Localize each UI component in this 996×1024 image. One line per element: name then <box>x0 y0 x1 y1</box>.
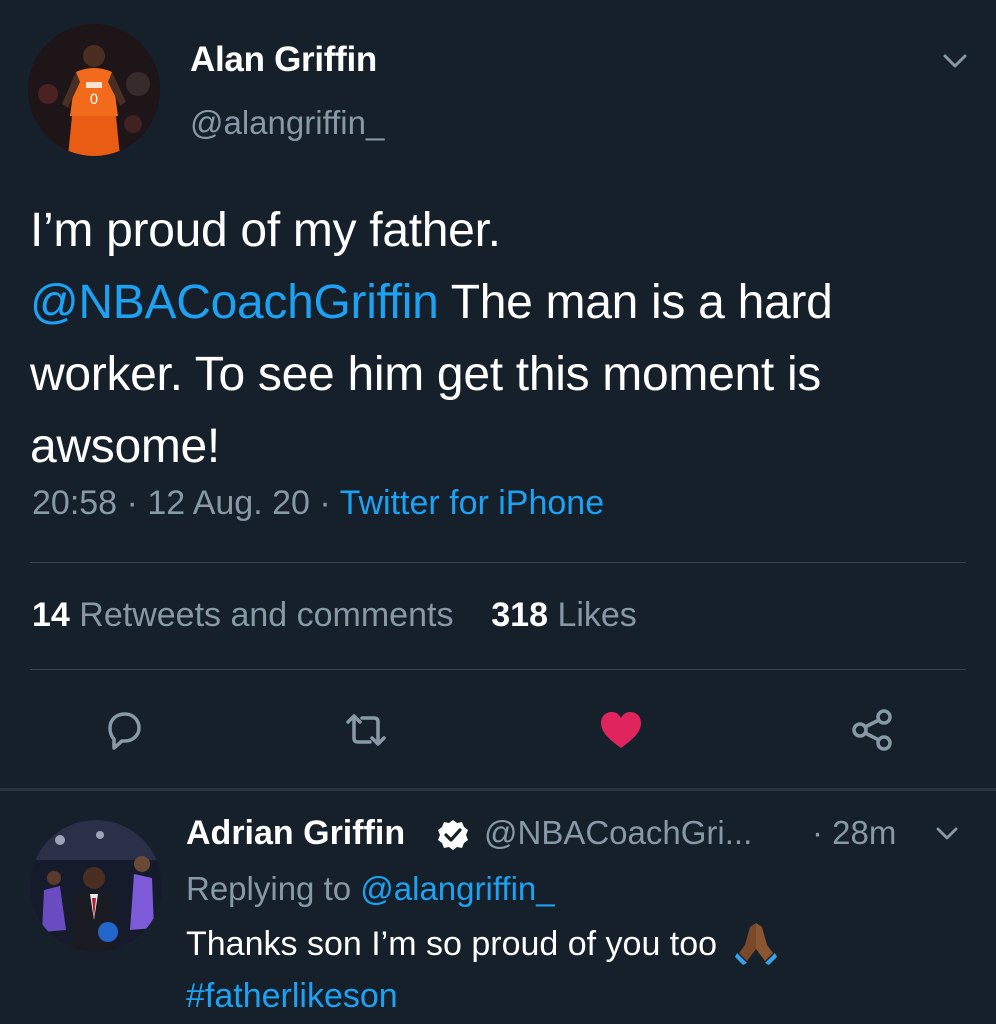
chevron-down-icon[interactable] <box>934 820 960 846</box>
share-icon <box>852 709 892 751</box>
tweet-source-link[interactable]: Twitter for iPhone <box>340 484 605 522</box>
mention-link[interactable]: @NBACoachGriffin <box>30 276 439 329</box>
replying-to: Replying to @alangriffin_ <box>186 870 555 908</box>
likes-label: Likes <box>557 596 637 634</box>
author-display-name[interactable]: Alan Griffin <box>190 40 377 80</box>
tweet-text-line1: I’m proud of my father. <box>30 204 501 257</box>
replying-to-link[interactable]: @alangriffin_ <box>360 870 554 907</box>
svg-text:0: 0 <box>90 92 99 108</box>
replying-prefix: Replying to <box>186 870 361 907</box>
likes-count: 318 <box>491 596 548 634</box>
meta-separator: · <box>319 484 331 522</box>
divider <box>30 669 966 670</box>
retweet-button[interactable] <box>342 706 390 754</box>
reply-time: · 28m <box>812 814 897 851</box>
hashtag-link[interactable]: #fatherlikeson <box>186 977 398 1016</box>
tweet-text: I’m proud of my father. @NBACoachGriffin… <box>30 195 970 483</box>
retweets-label: Retweets and comments <box>79 596 454 634</box>
tweet-date: 12 Aug. 20 <box>147 484 310 522</box>
folded-hands-emoji-icon <box>733 919 779 966</box>
tweet-meta: 20:58 · 12 Aug. 20 · Twitter for iPhone <box>32 484 604 523</box>
author-handle[interactable]: @alangriffin_ <box>190 104 384 142</box>
verified-badge-icon <box>436 818 470 852</box>
thread-separator <box>0 788 996 791</box>
like-button[interactable] <box>597 706 645 754</box>
divider <box>30 562 966 563</box>
reply-author-handle[interactable]: @NBACoachGri... <box>484 814 752 852</box>
share-button[interactable] <box>848 706 896 754</box>
meta-separator: · <box>126 484 138 522</box>
comment-icon <box>108 712 141 750</box>
reply-text-body: Thanks son I’m so proud of you too <box>186 925 718 963</box>
retweet-icon <box>346 714 386 746</box>
likes-stat[interactable]: 318 Likes <box>491 596 637 634</box>
reply-author-avatar[interactable] <box>30 820 162 952</box>
reply-author-display-name[interactable]: Adrian Griffin <box>186 814 405 853</box>
author-avatar[interactable]: 0 <box>28 24 160 156</box>
avatar-photo-icon: 0 <box>28 24 160 156</box>
retweets-stat[interactable]: 14 Retweets and comments <box>32 596 453 634</box>
reply-text: Thanks son I’m so proud of you too <box>186 923 779 966</box>
main-tweet: 0 Alan Griffin @alangriffin_ I’m proud o… <box>0 0 996 790</box>
reply-button[interactable] <box>100 706 148 754</box>
tweet-time: 20:58 <box>32 484 118 522</box>
chevron-down-icon[interactable] <box>940 46 970 76</box>
avatar-photo-icon <box>30 820 162 952</box>
heart-icon <box>601 712 641 748</box>
tweet-stats: 14 Retweets and comments 318 Likes <box>32 596 637 635</box>
retweets-count: 14 <box>32 596 70 634</box>
